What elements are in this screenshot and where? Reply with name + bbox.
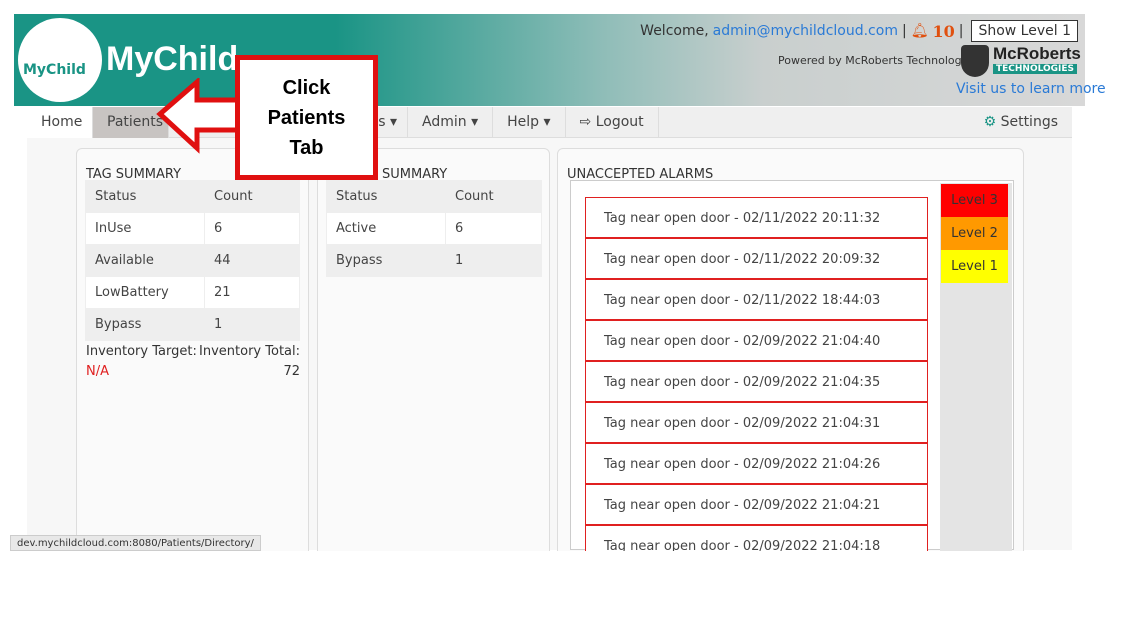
- gear-icon: ⚙: [983, 114, 997, 130]
- cell: Available: [85, 244, 205, 277]
- welcome-label: Welcome,: [640, 23, 709, 39]
- alarm-item[interactable]: Tag near open door - 02/11/2022 18:44:03: [585, 279, 928, 320]
- inventory-total-label: Inventory Total:: [199, 344, 300, 359]
- instruction-callout: Click Patients Tab: [235, 55, 378, 180]
- tab-admin[interactable]: Admin ▾: [408, 107, 494, 138]
- summary-table: Status Count Active 6 Bypass 1: [326, 180, 542, 277]
- inventory-target-label: Inventory Target:: [86, 344, 197, 359]
- alert-count[interactable]: 10: [932, 22, 954, 41]
- logout-icon: ⇨: [579, 114, 592, 130]
- alarm-item[interactable]: Tag near open door - 02/09/2022 21:04:35: [585, 361, 928, 402]
- column-header: Count: [445, 180, 542, 213]
- level-3-filter[interactable]: Level 3: [941, 184, 1008, 217]
- tag-summary-table: Status Count InUse 6 Available 44 LowBatter…: [85, 180, 300, 341]
- logo-small-text: MyChild: [23, 62, 86, 78]
- settings-label: Settings: [1000, 114, 1058, 130]
- cell: Bypass: [85, 308, 205, 341]
- mychild-logo: [18, 18, 102, 102]
- alarm-item[interactable]: Tag near open door - 02/09/2022 21:04:31: [585, 402, 928, 443]
- tag-summary-panel: TAG SUMMARY Status Count InUse 6 Available…: [76, 148, 309, 558]
- cell: 21: [204, 276, 300, 309]
- status-url: dev.mychildcloud.com:8080/Patients/Direc…: [10, 535, 261, 551]
- user-email-link[interactable]: admin@mychildcloud.com: [713, 23, 898, 39]
- table-row: Available 44: [85, 244, 300, 277]
- inventory-total-value: 72: [283, 364, 300, 379]
- page-bottom: [0, 551, 1128, 620]
- cell: 44: [204, 244, 300, 277]
- mcroberts-logo: McRoberts: [993, 44, 1081, 63]
- separator: |: [901, 23, 907, 39]
- cell: InUse: [85, 212, 205, 245]
- table-row: InUse 6: [85, 212, 300, 245]
- tab-help[interactable]: Help ▾: [493, 107, 566, 138]
- cell: 6: [445, 212, 542, 245]
- settings-button[interactable]: ⚙ Settings: [970, 107, 1072, 138]
- inventory-target-value: N/A: [86, 364, 109, 379]
- powered-by: Powered by McRoberts Technologies: [778, 54, 978, 67]
- table-row: Bypass 1: [326, 244, 542, 277]
- alarm-item[interactable]: Tag near open door - 02/09/2022 21:04:21: [585, 484, 928, 525]
- callout-line: Patients: [267, 107, 346, 129]
- column-header: Status: [326, 180, 446, 213]
- cell: Bypass: [326, 244, 446, 277]
- alarm-item[interactable]: Tag near open door - 02/11/2022 20:09:32: [585, 238, 928, 279]
- alarm-item[interactable]: Tag near open door - 02/09/2022 21:04:26: [585, 443, 928, 484]
- cell: 6: [204, 212, 300, 245]
- app-title: MyChild: [106, 40, 239, 78]
- column-header: Status: [85, 180, 205, 213]
- summary-panel: SUMMARY Status Count Active 6 Bypass 1: [317, 148, 550, 558]
- table-row: Bypass 1: [85, 308, 300, 341]
- alarm-item[interactable]: Tag near open door - 02/11/2022 20:11:32: [585, 197, 928, 238]
- visit-link[interactable]: Visit us to learn more: [956, 81, 1106, 97]
- mcroberts-logo-sub: TECHNOLOGIES: [993, 64, 1078, 74]
- level-1-filter[interactable]: Level 1: [941, 250, 1008, 283]
- table-row: LowBattery 21: [85, 276, 300, 309]
- callout-line: Tab: [289, 137, 324, 159]
- separator: |: [958, 23, 964, 39]
- show-level-button[interactable]: Show Level 1: [971, 20, 1078, 42]
- alarm-item[interactable]: Tag near open door - 02/09/2022 21:04:40: [585, 320, 928, 361]
- callout-line: Click: [282, 77, 331, 99]
- cell: 1: [204, 308, 300, 341]
- column-header: Count: [204, 180, 300, 213]
- mcroberts-shield-icon: [961, 45, 989, 77]
- arrow-left-icon: [156, 78, 245, 154]
- cell: Active: [326, 212, 446, 245]
- logout-button[interactable]: ⇨ Logout: [566, 107, 659, 138]
- cell: LowBattery: [85, 276, 205, 309]
- tab-home[interactable]: Home: [27, 107, 93, 138]
- welcome-bar: Welcome, admin@mychildcloud.com | 🔔︎ 10 …: [640, 20, 1078, 42]
- table-row: Active 6: [326, 212, 542, 245]
- cell: 1: [445, 244, 542, 277]
- bell-icon[interactable]: 🔔︎: [911, 23, 929, 39]
- logout-label: Logout: [595, 114, 644, 130]
- level-2-filter[interactable]: Level 2: [941, 217, 1008, 250]
